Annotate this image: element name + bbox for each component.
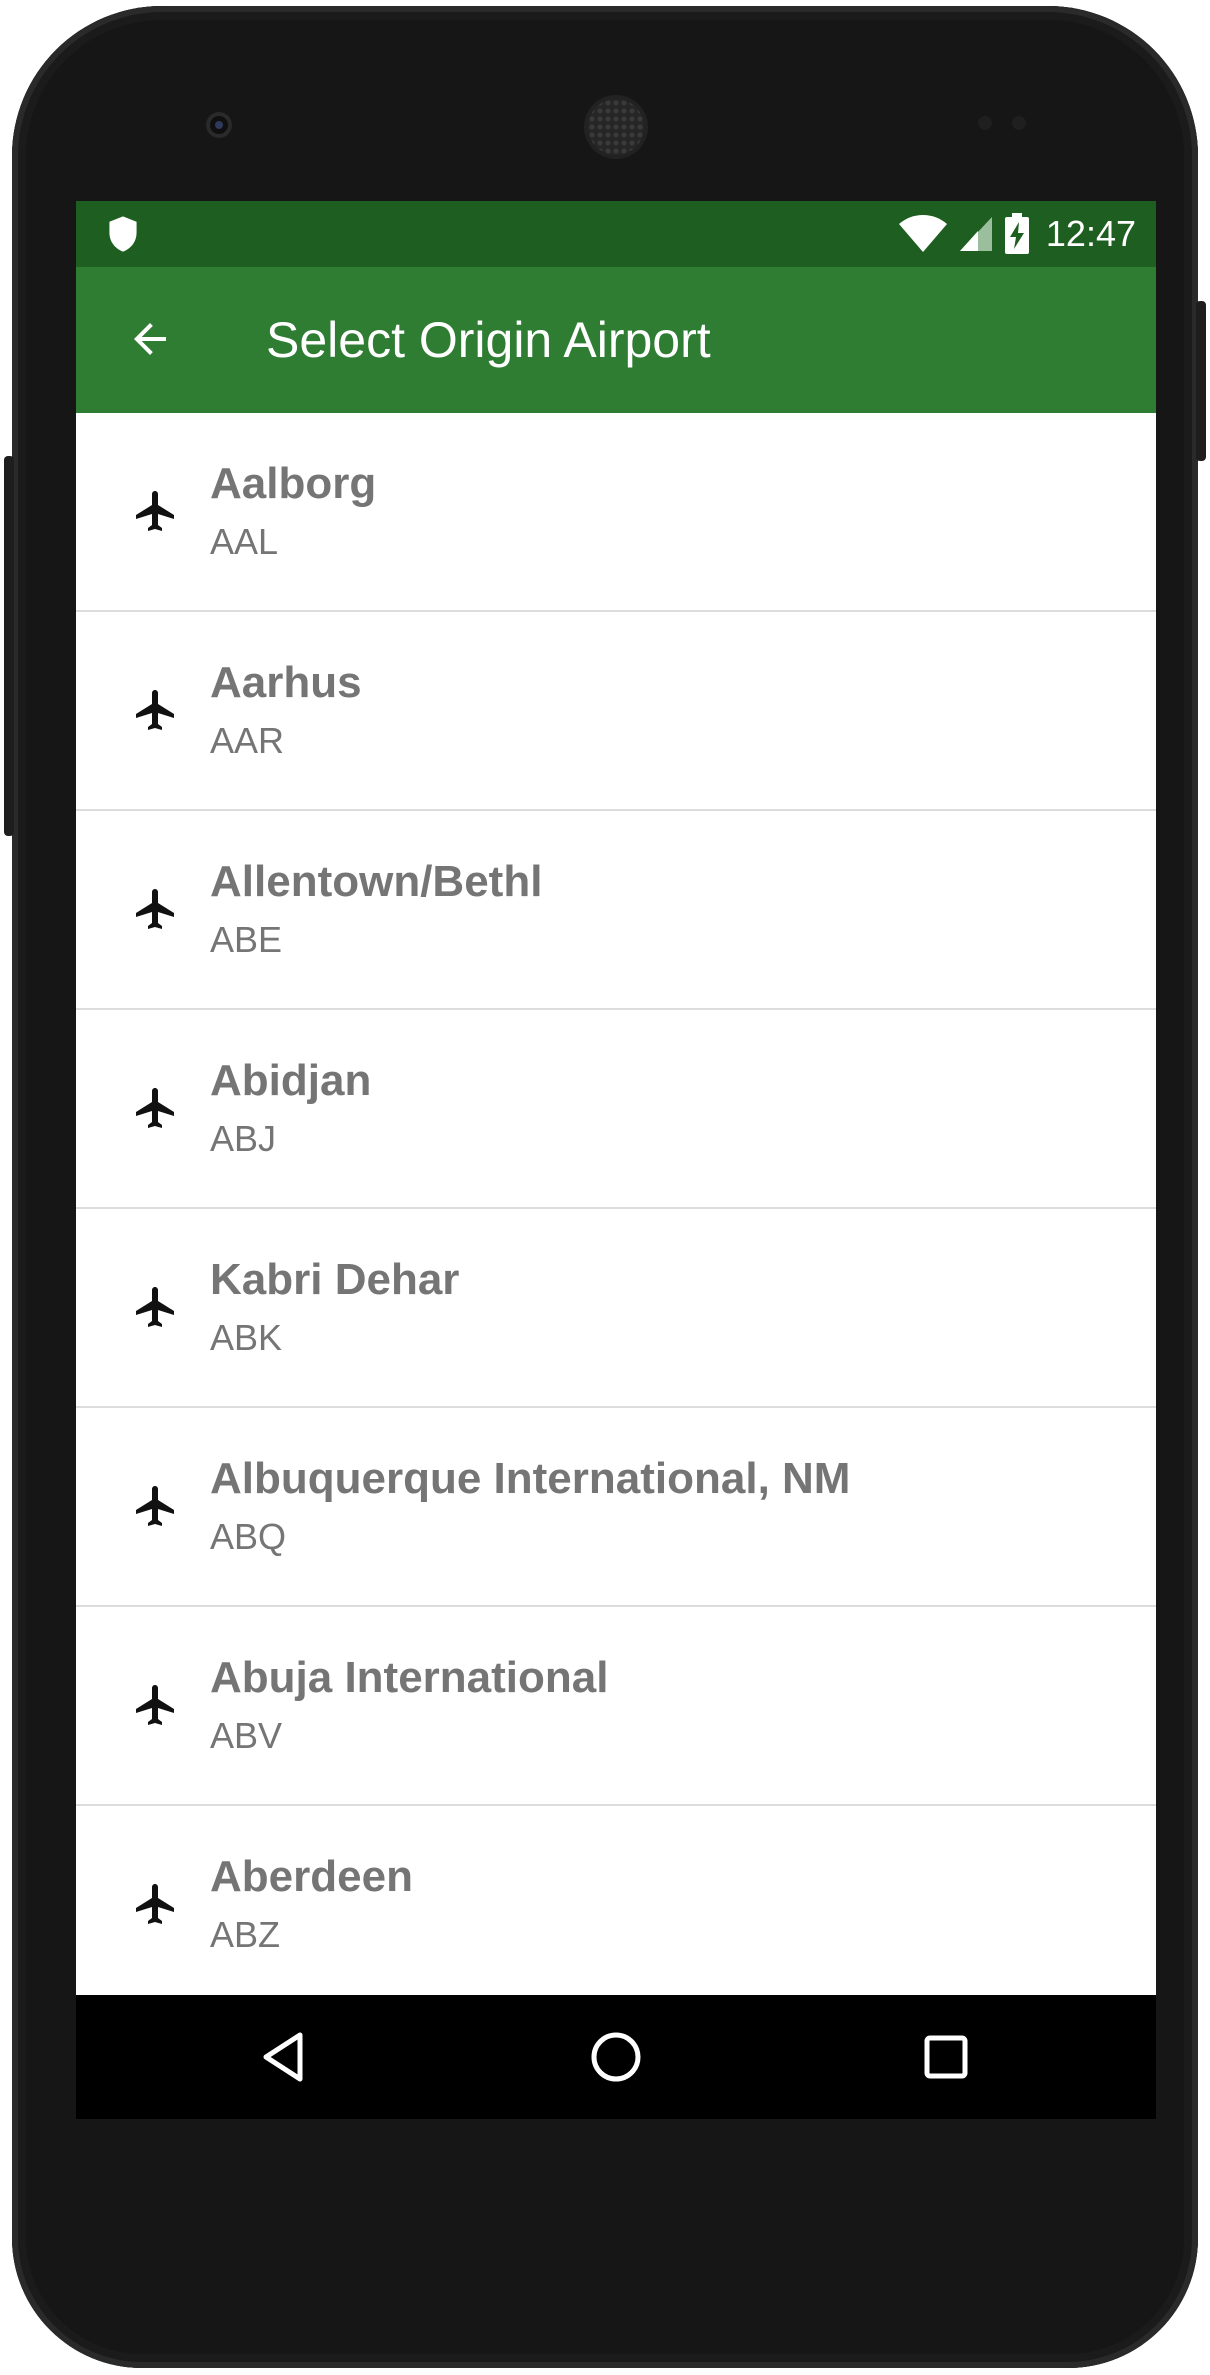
- list-item[interactable]: Kabri Dehar ABK: [76, 1209, 1156, 1408]
- airport-name: Abidjan: [210, 1056, 372, 1105]
- airport-code: ABZ: [210, 1914, 281, 1955]
- recents-square-icon: [924, 2035, 968, 2079]
- list-item[interactable]: Aberdeen ABZ: [76, 1806, 1156, 1995]
- airport-name: Allentown/Bethl: [210, 857, 543, 906]
- cell-signal-icon: [959, 217, 992, 251]
- airport-code: ABQ: [210, 1516, 287, 1557]
- airport-code: ABE: [210, 919, 283, 960]
- airport-name: Abuja International: [210, 1653, 609, 1702]
- list-item[interactable]: Aalborg AAL: [76, 413, 1156, 612]
- list-item[interactable]: Abuja International ABV: [76, 1607, 1156, 1806]
- airplane-icon: [136, 1486, 174, 1526]
- airplane-icon: [136, 491, 174, 531]
- airplane-icon: [136, 690, 174, 730]
- page-title: Select Origin Airport: [266, 312, 711, 368]
- airport-name: Kabri Dehar: [210, 1255, 460, 1304]
- airplane-icon: [136, 1685, 174, 1725]
- system-nav-bar: [76, 1995, 1156, 2119]
- light-sensor: [1012, 116, 1026, 130]
- shield-icon: [109, 216, 137, 252]
- proximity-sensor: [978, 116, 992, 130]
- nav-home-button[interactable]: [584, 2025, 648, 2089]
- airplane-icon: [136, 1287, 174, 1327]
- airport-list: Aalborg AAL Aarhus AAR Allentown/Bethl A…: [76, 413, 1156, 1995]
- app-bar: Select Origin Airport: [76, 267, 1156, 413]
- nav-recents-button[interactable]: [914, 2025, 978, 2089]
- front-camera: [206, 112, 232, 138]
- airport-code: ABV: [210, 1715, 283, 1756]
- arrow-back-icon: [134, 323, 166, 355]
- airport-name: Aalborg: [210, 459, 377, 508]
- airport-code: ABK: [210, 1317, 283, 1358]
- airport-code: ABJ: [210, 1118, 277, 1159]
- airplane-icon: [136, 889, 174, 929]
- airplane-icon: [136, 1884, 174, 1924]
- status-icons: 12:47: [898, 201, 1136, 267]
- volume-button: [4, 456, 14, 836]
- airport-name: Albuquerque International, NM: [210, 1454, 851, 1503]
- screen: 12:47 Select Origin Airport Aalborg AAL …: [76, 201, 1156, 2119]
- list-item[interactable]: Abidjan ABJ: [76, 1010, 1156, 1209]
- list-item[interactable]: Aarhus AAR: [76, 612, 1156, 811]
- airplane-icon: [136, 1088, 174, 1128]
- airport-code: AAL: [210, 521, 279, 562]
- status-bar: 12:47: [76, 201, 1156, 267]
- airport-code: AAR: [210, 720, 285, 761]
- wifi-icon: [898, 215, 947, 252]
- earpiece-speaker: [588, 99, 644, 155]
- airport-name: Aarhus: [210, 658, 362, 707]
- back-button[interactable]: [122, 311, 178, 367]
- airport-name: Aberdeen: [210, 1852, 413, 1901]
- back-triangle-icon: [263, 2032, 303, 2082]
- list-item[interactable]: Albuquerque International, NM ABQ: [76, 1408, 1156, 1607]
- status-clock: 12:47: [1045, 213, 1136, 254]
- battery-charging-icon: [1004, 213, 1029, 254]
- phone-frame: 12:47 Select Origin Airport Aalborg AAL …: [4, 6, 1206, 2368]
- nav-back-button[interactable]: [252, 2025, 316, 2089]
- home-circle-icon: [591, 2032, 641, 2082]
- list-item[interactable]: Allentown/Bethl ABE: [76, 811, 1156, 1010]
- power-button: [1196, 301, 1206, 461]
